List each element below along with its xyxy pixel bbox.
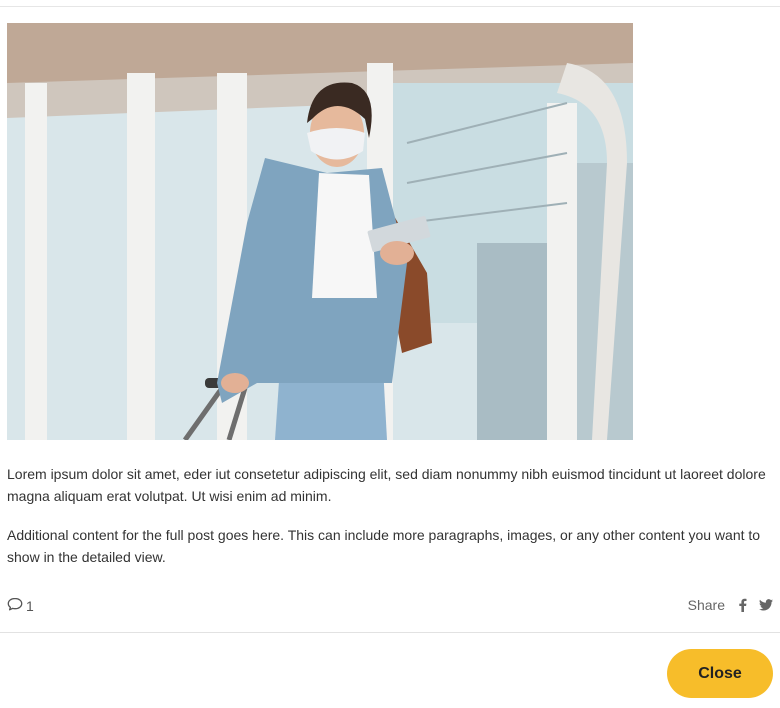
facebook-icon[interactable] <box>738 598 747 612</box>
comments-link[interactable]: 1 <box>7 597 34 614</box>
post-paragraph: Lorem ipsum dolor sit amet, eder iut con… <box>7 466 766 504</box>
post-paragraph: Additional content for the full post goe… <box>7 527 761 565</box>
post-body: Lorem ipsum dolor sit amet, eder iut con… <box>7 463 775 585</box>
twitter-icon[interactable] <box>759 599 773 611</box>
post-modal: Lorem ipsum dolor sit amet, eder iut con… <box>0 0 780 708</box>
post-image <box>7 23 633 440</box>
footer-divider <box>0 632 780 633</box>
speech-bubble-icon <box>7 597 26 614</box>
close-button[interactable]: Close <box>667 649 773 698</box>
share-label: Share <box>687 597 725 613</box>
share-bar: Share <box>688 597 773 613</box>
post-meta-row: 1 Share <box>7 593 773 617</box>
comment-count: 1 <box>26 597 34 614</box>
top-divider <box>0 6 780 7</box>
